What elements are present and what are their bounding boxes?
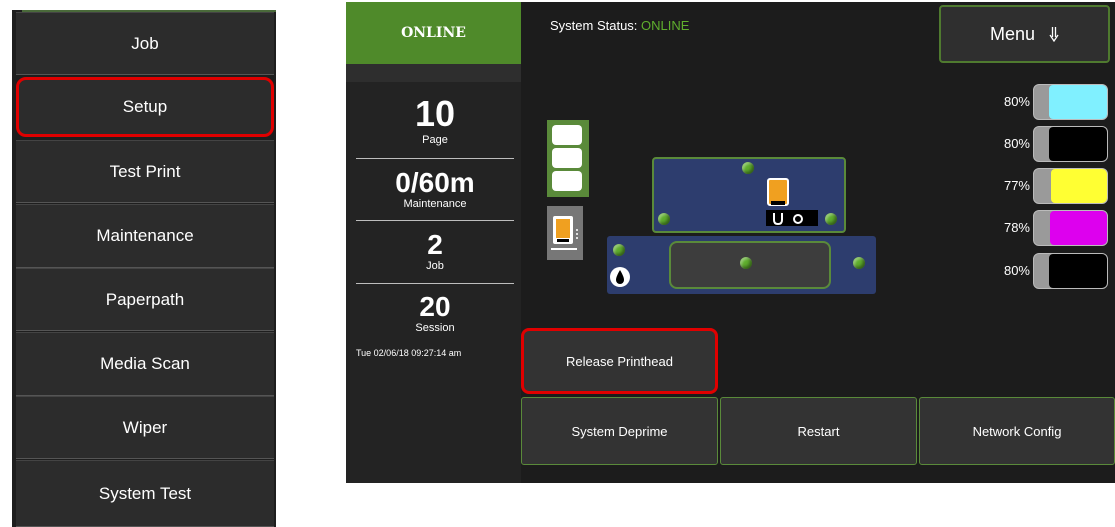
menu-item-label: Maintenance bbox=[96, 226, 194, 245]
sensor-indicator bbox=[742, 162, 754, 174]
media-slot bbox=[552, 125, 582, 145]
button-label: System Deprime bbox=[571, 423, 668, 439]
job-counter: 2 Job bbox=[356, 229, 514, 273]
release-printhead-button[interactable]: Release Printhead bbox=[521, 328, 718, 394]
ink-level-bar bbox=[1033, 126, 1108, 162]
session-count-label: Session bbox=[415, 322, 455, 334]
job-count-value: 2 bbox=[427, 229, 443, 260]
menu-item-label: System Test bbox=[98, 483, 192, 503]
button-label: Network Config bbox=[972, 423, 1062, 439]
ink-level-bar bbox=[1033, 84, 1108, 120]
sensor-indicator bbox=[613, 244, 625, 256]
ink-percent: 80% bbox=[1003, 94, 1030, 109]
system-status: System Status: ONLINE bbox=[550, 18, 689, 33]
arrow-down-icon bbox=[1049, 27, 1059, 42]
sensor-indicator bbox=[740, 257, 752, 269]
ink-cartridge-magenta[interactable]: 78% bbox=[1004, 210, 1110, 246]
menu-item-label: Job bbox=[131, 33, 159, 53]
printhead-status-icon bbox=[547, 206, 583, 260]
network-config-button[interactable]: Network Config bbox=[919, 397, 1115, 465]
ink-drop-icon bbox=[610, 267, 630, 287]
ink-cartridge-cyan[interactable]: 80% bbox=[1004, 84, 1110, 120]
page-count-label: Page bbox=[422, 134, 448, 146]
sensor-indicator bbox=[853, 257, 865, 269]
menu-button-label: Menu bbox=[989, 23, 1036, 44]
media-stack-icon bbox=[547, 120, 589, 197]
session-counter: 20 Session bbox=[356, 291, 514, 335]
ink-percent: 78% bbox=[1003, 220, 1030, 235]
left-menu: Job Setup Test Print Maintenance Paperpa… bbox=[12, 10, 276, 527]
page-counter: 10 Page bbox=[356, 93, 514, 147]
system-status-value: ONLINE bbox=[641, 18, 690, 33]
online-indicator: ONLINE bbox=[346, 2, 521, 64]
menu-item-wiper[interactable]: Wiper bbox=[16, 396, 274, 459]
menu-item-label: Wiper bbox=[122, 417, 168, 437]
button-label: Release Printhead bbox=[566, 353, 673, 369]
menu-item-paperpath[interactable]: Paperpath bbox=[16, 268, 274, 331]
ink-cartridge-black[interactable]: 80% bbox=[1004, 126, 1110, 162]
cartridge-icon bbox=[551, 216, 578, 250]
system-status-label: System Status: bbox=[550, 18, 638, 33]
divider bbox=[356, 220, 514, 221]
ink-percent: 77% bbox=[1003, 178, 1030, 193]
menu-item-label: Paperpath bbox=[105, 289, 185, 309]
menu-item-label: Test Print bbox=[109, 161, 181, 181]
menu-item-label: Media Scan bbox=[100, 354, 190, 373]
sensor-indicator bbox=[825, 213, 837, 225]
ink-level-bar bbox=[1033, 253, 1108, 289]
media-slot bbox=[552, 148, 582, 168]
menu-item-test-print[interactable]: Test Print bbox=[16, 140, 274, 203]
ink-level-fill bbox=[1048, 85, 1107, 119]
online-label: ONLINE bbox=[401, 25, 466, 41]
maintenance-label: Maintenance bbox=[403, 198, 467, 210]
divider bbox=[356, 158, 514, 159]
maintenance-counter: 0/60m Maintenance bbox=[356, 167, 514, 211]
ink-cartridge-black-2[interactable]: 80% bbox=[1004, 253, 1110, 289]
ink-level-fill bbox=[1048, 254, 1107, 288]
media-slot bbox=[552, 171, 582, 191]
menu-button[interactable]: Menu bbox=[939, 5, 1110, 63]
menu-item-setup[interactable]: Setup bbox=[16, 77, 274, 137]
page-count-value: 10 bbox=[414, 93, 456, 134]
job-count-label: Job bbox=[426, 260, 444, 272]
menu-item-label: Setup bbox=[122, 97, 168, 116]
ink-percent: 80% bbox=[1003, 136, 1030, 151]
printer-panel: ONLINE 10 Page 0/60m Maintenance 2 Job 2… bbox=[346, 2, 1115, 483]
sensor-indicator bbox=[658, 213, 670, 225]
maintenance-value: 0/60m bbox=[395, 167, 475, 198]
menu-item-system-test[interactable]: System Test bbox=[16, 460, 274, 527]
capping-station bbox=[607, 236, 876, 294]
divider bbox=[356, 283, 514, 284]
ink-level-bar bbox=[1033, 210, 1108, 246]
system-deprime-button[interactable]: System Deprime bbox=[521, 397, 718, 465]
datetime-readout: Tue 02/06/18 09:27:14 am bbox=[356, 348, 462, 358]
button-label: Restart bbox=[797, 423, 840, 439]
counters-column: 10 Page 0/60m Maintenance 2 Job 20 Sessi… bbox=[346, 64, 521, 483]
counters-header-strip bbox=[346, 64, 521, 82]
restart-button[interactable]: Restart bbox=[720, 397, 917, 465]
ink-level-fill bbox=[1050, 211, 1107, 245]
ink-level-fill bbox=[1050, 169, 1107, 203]
menu-item-media-scan[interactable]: Media Scan bbox=[16, 332, 274, 396]
ink-percent: 80% bbox=[1003, 263, 1030, 278]
printhead-carriage bbox=[652, 157, 846, 233]
menu-item-job[interactable]: Job bbox=[16, 12, 274, 75]
ink-cartridge-yellow[interactable]: 77% bbox=[1004, 168, 1110, 204]
printhead-cartridge-icon bbox=[766, 178, 818, 226]
session-count-value: 20 bbox=[419, 291, 451, 322]
menu-item-maintenance[interactable]: Maintenance bbox=[16, 204, 274, 268]
ink-level-bar bbox=[1033, 168, 1108, 204]
ink-level-fill bbox=[1048, 127, 1107, 161]
